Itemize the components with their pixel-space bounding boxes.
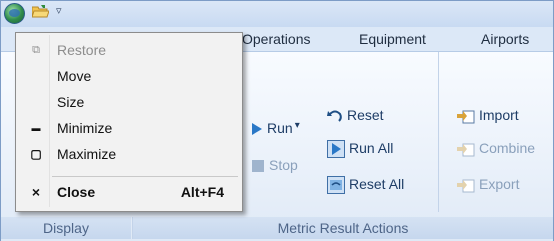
group-label-metric-result-actions: Metric Result Actions bbox=[133, 217, 553, 239]
run-all-label: Run All bbox=[349, 140, 394, 156]
close-icon: × bbox=[31, 184, 41, 200]
menu-item-label: Move bbox=[57, 68, 92, 84]
group-label-display: Display bbox=[1, 217, 131, 239]
system-menu: ⧉ Restore Move Size ▬ Minimize ▢ Maximiz… bbox=[15, 32, 243, 212]
menu-item-size[interactable]: Size bbox=[16, 91, 242, 113]
menu-item-maximize[interactable]: ▢ Maximize bbox=[16, 143, 242, 165]
tab-airports[interactable]: Airports bbox=[481, 27, 529, 51]
menu-item-label: Close bbox=[57, 184, 96, 200]
combine-button[interactable]: Combine bbox=[457, 140, 535, 157]
app-globe-icon[interactable] bbox=[4, 3, 25, 24]
stop-button[interactable]: Stop bbox=[251, 157, 298, 173]
export-button[interactable]: Export bbox=[457, 176, 519, 193]
combine-label: Combine bbox=[479, 140, 536, 156]
menu-item-label: Maximize bbox=[57, 146, 117, 162]
stop-label: Stop bbox=[269, 157, 298, 173]
undo-arrow-icon bbox=[327, 110, 342, 123]
tab-equipment[interactable]: Equipment bbox=[359, 27, 426, 51]
minimize-icon: ▬ bbox=[31, 123, 41, 133]
play-icon bbox=[252, 123, 262, 136]
menu-item-label: Restore bbox=[57, 42, 107, 58]
reset-label: Reset bbox=[347, 107, 384, 123]
run-button[interactable]: Run ▾ bbox=[251, 120, 300, 136]
quick-access-dropdown[interactable]: ▿ bbox=[56, 4, 62, 17]
application-window: ▿ Operations Equipment Airports Run ▾ Sto… bbox=[0, 0, 554, 241]
reset-all-label: Reset All bbox=[349, 176, 405, 192]
maximize-icon: ▢ bbox=[30, 147, 42, 161]
menu-item-label: Size bbox=[57, 94, 85, 110]
menu-separator bbox=[52, 176, 238, 177]
menu-item-restore[interactable]: ⧉ Restore bbox=[16, 39, 242, 61]
reset-all-icon bbox=[327, 176, 345, 195]
export-label: Export bbox=[479, 176, 520, 192]
import-button[interactable]: Import bbox=[457, 107, 519, 124]
import-label: Import bbox=[479, 107, 519, 123]
open-folder-icon[interactable] bbox=[32, 5, 49, 18]
menu-item-move[interactable]: Move bbox=[16, 65, 242, 87]
import-icon bbox=[457, 110, 475, 124]
run-label: Run bbox=[267, 120, 293, 136]
ribbon-group-divider bbox=[438, 52, 439, 212]
tab-operations[interactable]: Operations bbox=[242, 27, 310, 51]
reset-button[interactable]: Reset bbox=[327, 107, 384, 123]
run-dropdown-caret[interactable]: ▾ bbox=[295, 120, 300, 131]
run-all-icon bbox=[327, 140, 345, 159]
menu-item-label: Minimize bbox=[57, 120, 113, 136]
export-icon bbox=[457, 179, 475, 193]
menu-item-close[interactable]: × Close Alt+F4 bbox=[16, 181, 242, 203]
menu-item-minimize[interactable]: ▬ Minimize bbox=[16, 117, 242, 139]
run-all-button[interactable]: Run All bbox=[327, 140, 394, 159]
stop-icon bbox=[252, 160, 264, 173]
title-bar: ▿ bbox=[1, 1, 553, 27]
reset-all-button[interactable]: Reset All bbox=[327, 176, 405, 195]
restore-icon: ⧉ bbox=[32, 44, 40, 56]
combine-icon bbox=[457, 143, 475, 157]
close-shortcut: Alt+F4 bbox=[180, 184, 224, 200]
